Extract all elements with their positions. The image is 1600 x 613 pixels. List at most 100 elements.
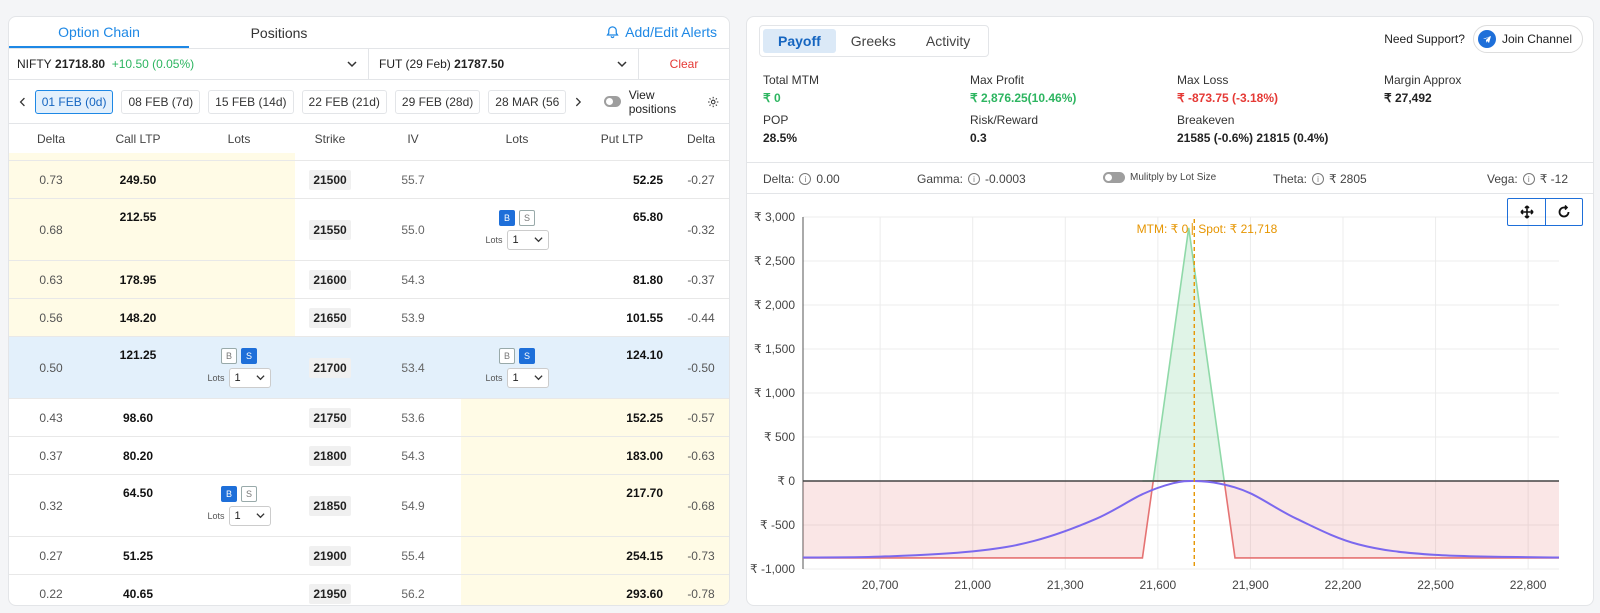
call-ltp[interactable]: 148.20: [93, 299, 183, 336]
strike-cell: 21650: [295, 299, 365, 336]
toggle-switch[interactable]: [604, 96, 621, 107]
call-ltp[interactable]: 51.25: [93, 537, 183, 574]
put-lots-cell[interactable]: [461, 299, 573, 336]
put-ltp[interactable]: 183.00: [573, 437, 671, 474]
buy-button[interactable]: B: [498, 347, 515, 364]
lots-select[interactable]: 1: [506, 229, 549, 250]
chevron-right-icon[interactable]: [574, 96, 582, 108]
info-icon[interactable]: i: [968, 173, 981, 185]
table-row: 0.50 121.25 B S Lots 1 21700 53.4 B S Lots 1 124.10-…: [9, 337, 729, 399]
clear-button[interactable]: Clear: [639, 49, 729, 79]
call-lots-cell[interactable]: [183, 399, 295, 436]
put-lots-cell[interactable]: [461, 475, 573, 536]
chevron-down-icon: [347, 61, 357, 68]
put-ltp[interactable]: 101.55: [573, 299, 671, 336]
expiry-chip[interactable]: 28 MAR (56: [488, 89, 567, 114]
call-lots-cell[interactable]: [183, 261, 295, 298]
call-lots-cell[interactable]: [183, 161, 295, 198]
gear-icon[interactable]: [707, 94, 719, 110]
lots-select[interactable]: 1: [228, 505, 271, 526]
put-ltp[interactable]: 217.70: [573, 475, 671, 536]
stat-label: Margin Approx: [1384, 73, 1462, 87]
call-ltp[interactable]: 212.55: [93, 199, 183, 260]
tab-payoff[interactable]: Payoff: [763, 29, 836, 53]
buy-button[interactable]: B: [220, 347, 237, 364]
table-row: 0.43 98.60 21750 53.6 152.25 -0.57: [9, 399, 729, 437]
call-lots-cell[interactable]: [183, 199, 295, 260]
tab-greeks[interactable]: Greeks: [836, 29, 911, 53]
put-ltp[interactable]: 65.80: [573, 199, 671, 260]
buy-button[interactable]: B: [220, 485, 237, 502]
put-lots-cell[interactable]: B S Lots 1: [461, 199, 573, 260]
buy-button[interactable]: B: [498, 209, 515, 226]
stat-item: Breakeven 21585 (-0.6%) 21815 (0.4%): [1177, 113, 1384, 145]
sell-button[interactable]: S: [518, 347, 535, 364]
expiry-chip[interactable]: 29 FEB (28d): [394, 89, 481, 114]
future-select[interactable]: FUT (29 Feb) 21787.50: [369, 49, 639, 79]
payoff-chart[interactable]: ₹ 3,000 ₹ 2,500 ₹ 2,000 ₹ 1,500 ₹ 1,000 ₹ 500…: [747, 197, 1593, 602]
call-ltp[interactable]: 249.50: [93, 161, 183, 198]
sell-button[interactable]: S: [518, 209, 535, 226]
chevron-left-icon[interactable]: [19, 96, 27, 108]
toggle-switch[interactable]: [1103, 172, 1125, 183]
chart-controls: [1507, 198, 1583, 226]
put-ltp[interactable]: 152.25: [573, 399, 671, 436]
put-ltp[interactable]: 52.25: [573, 161, 671, 198]
call-lots-cell[interactable]: [183, 575, 295, 605]
expiry-chip[interactable]: 01 FEB (0d): [34, 89, 114, 114]
call-delta: 0.22: [39, 586, 63, 601]
expiry-chip[interactable]: 15 FEB (14d): [208, 89, 294, 114]
strike-cell: 21500: [295, 161, 365, 198]
sell-button[interactable]: S: [240, 485, 257, 502]
put-lots-cell[interactable]: [461, 575, 573, 605]
info-icon[interactable]: i: [799, 173, 812, 185]
call-ltp[interactable]: 64.50: [93, 475, 183, 536]
call-lots-cell[interactable]: [183, 537, 295, 574]
y-tick-label: ₹ -1,000: [750, 562, 795, 576]
expiry-chip[interactable]: 08 FEB (7d): [121, 89, 201, 114]
call-ltp[interactable]: 80.20: [93, 437, 183, 474]
pan-button[interactable]: [1508, 199, 1545, 225]
join-channel-button[interactable]: Join Channel: [1472, 25, 1583, 53]
nifty-select[interactable]: NIFTY 21718.80 +10.50 (0.05%): [9, 49, 369, 79]
view-positions-toggle[interactable]: View positions: [604, 88, 687, 116]
call-ltp[interactable]: 40.65: [93, 575, 183, 605]
tab-activity[interactable]: Activity: [911, 29, 985, 53]
sell-button[interactable]: S: [240, 347, 257, 364]
put-lots-cell[interactable]: [461, 261, 573, 298]
call-ltp[interactable]: 178.95: [93, 261, 183, 298]
stat-item: Risk/Reward 0.3: [970, 113, 1177, 145]
put-ltp[interactable]: 293.60: [573, 575, 671, 605]
lots-select[interactable]: 1: [228, 367, 271, 388]
put-ltp[interactable]: 254.15: [573, 537, 671, 574]
call-ltp[interactable]: 121.25: [93, 337, 183, 398]
put-lots-cell[interactable]: B S Lots 1: [461, 337, 573, 398]
expiry-bar: 01 FEB (0d) 08 FEB (7d) 15 FEB (14d) 22 FEB…: [9, 80, 729, 124]
multiply-lot-toggle[interactable]: Mulitply by Lot Size: [1103, 172, 1216, 183]
put-lots-cell[interactable]: [461, 437, 573, 474]
x-tick-label: 22,500: [1417, 578, 1454, 592]
call-lots-cell[interactable]: [183, 437, 295, 474]
put-lots-cell[interactable]: [461, 399, 573, 436]
reset-button[interactable]: [1545, 199, 1582, 225]
put-lots-cell[interactable]: [461, 161, 573, 198]
x-tick-label: 22,200: [1325, 578, 1362, 592]
info-icon[interactable]: i: [1312, 173, 1325, 185]
tab-option-chain[interactable]: Option Chain: [9, 17, 189, 48]
info-icon[interactable]: i: [1522, 173, 1535, 185]
put-ltp[interactable]: 81.80: [573, 261, 671, 298]
call-lots-cell[interactable]: [183, 299, 295, 336]
call-ltp[interactable]: 98.60: [93, 399, 183, 436]
call-lots-cell[interactable]: B S Lots 1: [183, 337, 295, 398]
iv-cell: 56.2: [401, 586, 425, 601]
add-edit-alerts-button[interactable]: Add/Edit Alerts: [605, 24, 717, 40]
column-header: Lots: [505, 131, 529, 146]
stat-value: ₹ 2,876.25(10.46%): [970, 91, 1077, 105]
call-lots-cell[interactable]: B S Lots 1: [183, 475, 295, 536]
expiry-chip[interactable]: 22 FEB (21d): [301, 89, 387, 114]
lots-select[interactable]: 1: [506, 367, 549, 388]
put-lots-cell[interactable]: [461, 537, 573, 574]
put-ltp[interactable]: 124.10: [573, 337, 671, 398]
lots-label: Lots: [485, 372, 503, 383]
tab-positions[interactable]: Positions: [189, 17, 369, 48]
